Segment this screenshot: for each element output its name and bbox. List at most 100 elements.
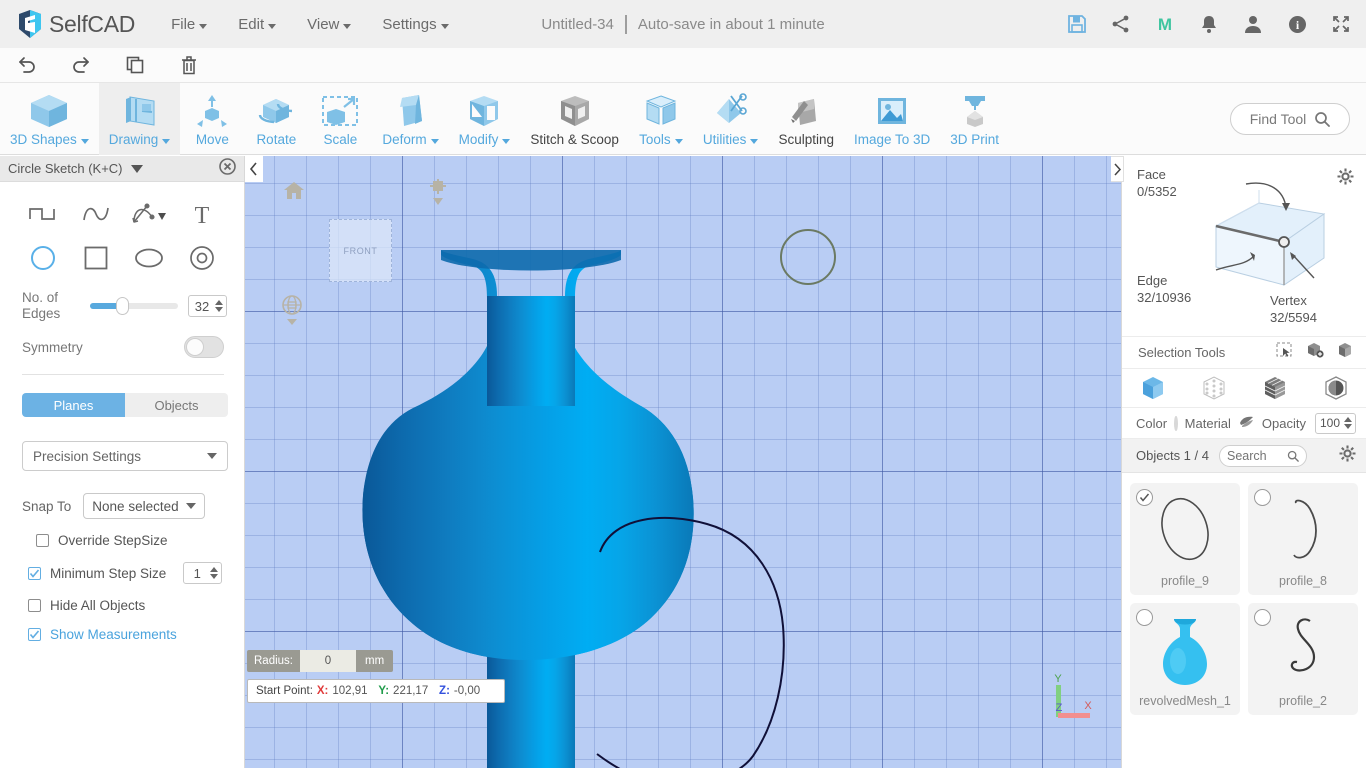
stepper-arrows[interactable] <box>1344 417 1355 429</box>
edge-loop-mode-icon[interactable] <box>1323 375 1349 401</box>
tab-objects[interactable]: Objects <box>125 393 228 417</box>
face-mode-icon[interactable] <box>1262 375 1288 401</box>
menu-file[interactable]: File <box>171 16 207 33</box>
circle-icon[interactable] <box>16 240 69 276</box>
copy-icon[interactable] <box>108 48 162 82</box>
material-icon[interactable] <box>1238 412 1255 434</box>
tool-tools[interactable]: Tools <box>629 83 693 155</box>
object-mode-icon[interactable] <box>1140 375 1166 401</box>
stepper-down-icon[interactable] <box>210 574 218 579</box>
rectangle-icon[interactable] <box>69 240 122 276</box>
delete-icon[interactable] <box>162 48 216 82</box>
hide-all-objects-row[interactable]: Hide All Objects <box>0 598 244 613</box>
utilities-scissors-icon <box>709 92 753 130</box>
radius-value[interactable]: 0 <box>300 650 356 672</box>
tool-3d-print[interactable]: 3D Print <box>940 83 1009 155</box>
opacity-input[interactable] <box>1316 416 1344 430</box>
number-of-edges-stepper[interactable] <box>188 295 227 317</box>
share-icon[interactable] <box>1110 13 1132 35</box>
copy-selection-icon[interactable] <box>1337 342 1354 363</box>
start-point-z-value: -0,00 <box>454 685 496 697</box>
tool-stitch-and-scoop[interactable]: Stitch & Scoop <box>520 83 629 155</box>
object-card-profile-9[interactable]: profile_9 <box>1130 483 1240 595</box>
find-tool-search[interactable]: Find Tool <box>1230 103 1350 135</box>
show-measurements-row[interactable]: Show Measurements <box>0 627 244 642</box>
show-measurements-checkbox[interactable] <box>28 628 41 641</box>
override-stepsize-row[interactable]: Override StepSize <box>0 533 244 548</box>
objects-search-input[interactable] <box>1227 449 1283 463</box>
tool-sculpting[interactable]: Sculpting <box>768 83 844 155</box>
object-card-revolvedmesh-1[interactable]: revolvedMesh_1 <box>1130 603 1240 715</box>
tool-modify[interactable]: Modify <box>449 83 521 155</box>
number-of-edges-slider[interactable] <box>90 303 178 309</box>
object-select-radio[interactable] <box>1254 489 1271 506</box>
vertex-mode-icon[interactable] <box>1201 375 1227 401</box>
rect-select-icon[interactable] <box>1276 342 1293 363</box>
hide-all-objects-checkbox[interactable] <box>28 599 41 612</box>
redo-icon[interactable] <box>54 48 108 82</box>
object-select-radio[interactable] <box>1136 609 1153 626</box>
color-swatch[interactable] <box>1174 416 1178 431</box>
3d-print-icon <box>953 92 997 130</box>
text-tool-icon[interactable]: T <box>175 196 228 232</box>
precision-settings-dropdown[interactable]: Precision Settings <box>22 441 228 471</box>
stepper-arrows[interactable] <box>210 567 221 579</box>
opacity-stepper[interactable] <box>1315 413 1356 434</box>
tool-move[interactable]: Move <box>180 83 244 155</box>
menu-view[interactable]: View <box>307 16 351 33</box>
menu-settings[interactable]: Settings <box>382 16 448 33</box>
info-icon[interactable]: i <box>1286 13 1308 35</box>
undo-icon[interactable] <box>0 48 54 82</box>
close-icon[interactable] <box>219 158 236 180</box>
number-of-edges-input[interactable] <box>189 299 215 314</box>
tab-planes[interactable]: Planes <box>22 393 125 417</box>
tool-rotate[interactable]: Rotate <box>244 83 308 155</box>
stepper-up-icon[interactable] <box>215 300 223 305</box>
collapse-right-panel-button[interactable] <box>1111 156 1124 182</box>
object-card-profile-2[interactable]: profile_2 <box>1248 603 1358 715</box>
tool-drawing[interactable]: Drawing <box>99 83 181 155</box>
ring-icon[interactable] <box>175 240 228 276</box>
ellipse-icon[interactable] <box>122 240 175 276</box>
objects-search-box[interactable] <box>1219 445 1307 467</box>
symmetry-toggle[interactable] <box>184 336 224 358</box>
fullscreen-icon[interactable] <box>1330 13 1352 35</box>
minimum-step-size-input[interactable] <box>184 566 210 581</box>
magic-m-icon[interactable]: M <box>1154 13 1176 35</box>
stepper-arrows[interactable] <box>215 300 226 312</box>
axis-orientation-gizmo[interactable]: Y X Z <box>1040 671 1100 726</box>
override-stepsize-checkbox[interactable] <box>36 534 49 547</box>
polyline-icon[interactable] <box>16 196 69 232</box>
spline-curve-icon[interactable] <box>69 196 122 232</box>
minimum-step-size-stepper[interactable] <box>183 562 222 584</box>
slider-handle[interactable] <box>116 297 129 315</box>
collapse-left-panel-button[interactable] <box>245 156 263 182</box>
stepper-down-icon[interactable] <box>215 307 223 312</box>
tool-image-to-3d[interactable]: Image To 3D <box>844 83 940 155</box>
stepper-down-icon[interactable] <box>1344 424 1352 429</box>
tool-3d-shapes[interactable]: 3D Shapes <box>0 83 99 155</box>
snap-to-dropdown[interactable]: None selected <box>83 493 204 519</box>
3d-viewport[interactable]: FRONT <box>245 156 1121 768</box>
object-select-radio[interactable] <box>1254 609 1271 626</box>
save-icon[interactable] <box>1066 13 1088 35</box>
vertex-label: Vertex <box>1270 292 1317 309</box>
stepper-up-icon[interactable] <box>210 567 218 572</box>
tool-utilities[interactable]: Utilities <box>693 83 769 155</box>
object-select-radio[interactable] <box>1136 489 1153 506</box>
edge-count: Edge 32/10936 <box>1137 272 1191 306</box>
arc-icon[interactable] <box>122 196 175 232</box>
add-selection-icon[interactable] <box>1306 342 1324 363</box>
account-person-icon[interactable] <box>1242 13 1264 35</box>
app-logo[interactable]: SelfCAD <box>16 9 135 39</box>
minimum-step-size-checkbox[interactable] <box>28 567 41 580</box>
minimum-step-size-row[interactable]: Minimum Step Size <box>0 562 244 584</box>
object-card-profile-8[interactable]: profile_8 <box>1248 483 1358 595</box>
chevron-down-icon[interactable] <box>131 165 143 173</box>
tool-scale[interactable]: Scale <box>308 83 372 155</box>
tool-deform[interactable]: Deform <box>372 83 448 155</box>
menu-edit[interactable]: Edit <box>238 16 276 33</box>
stepper-up-icon[interactable] <box>1344 417 1352 422</box>
notifications-bell-icon[interactable] <box>1198 13 1220 35</box>
objects-settings-gear-icon[interactable] <box>1339 445 1356 467</box>
